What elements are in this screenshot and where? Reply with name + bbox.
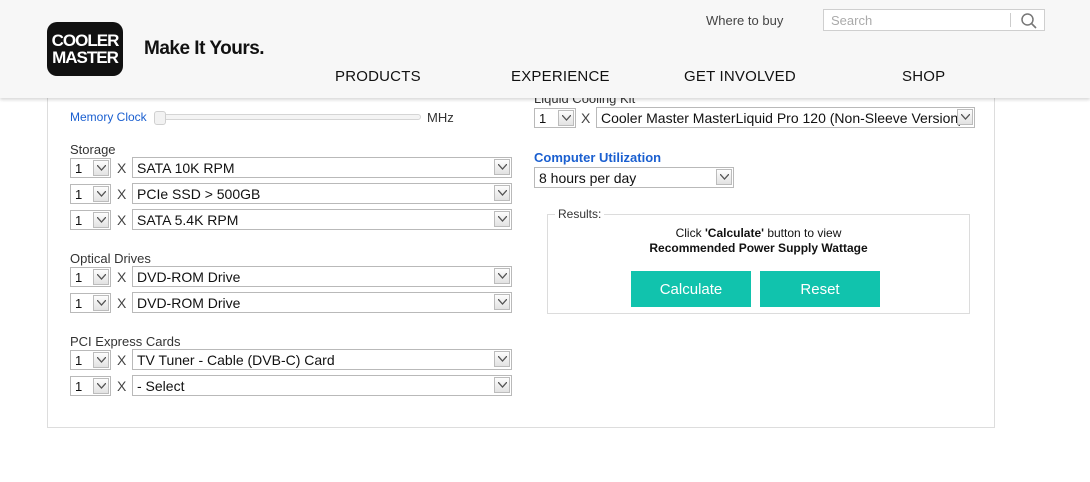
multiply-sign: X	[117, 186, 127, 202]
chevron-down-icon	[957, 109, 973, 125]
chevron-down-icon	[93, 160, 109, 176]
search-divider	[1010, 13, 1011, 27]
liquid-cooling-qty-select[interactable]: 1	[534, 108, 576, 128]
multiply-sign: X	[117, 352, 127, 368]
search-input[interactable]	[824, 10, 1024, 30]
storage-label: Storage	[70, 142, 116, 157]
optical-type-select-2[interactable]: DVD-ROM Drive	[132, 292, 512, 313]
reset-button[interactable]: Reset	[760, 271, 880, 307]
storage-qty-select-1[interactable]: 1	[70, 158, 111, 178]
multiply-sign: X	[581, 110, 591, 126]
chevron-down-icon	[716, 169, 732, 185]
where-to-buy-link[interactable]: Where to buy	[706, 13, 783, 28]
chevron-down-icon	[494, 377, 510, 393]
chevron-down-icon	[93, 378, 109, 394]
tagline: Make It Yours.	[144, 38, 265, 59]
multiply-sign: X	[117, 269, 127, 285]
chevron-down-icon	[494, 294, 510, 310]
storage-type-select-1[interactable]: SATA 10K RPM	[132, 157, 512, 178]
nav-get-involved[interactable]: GET INVOLVED	[684, 68, 796, 85]
nav-shop[interactable]: SHOP	[902, 68, 945, 85]
chevron-down-icon	[494, 268, 510, 284]
chevron-down-icon	[93, 295, 109, 311]
calculate-button[interactable]: Calculate	[631, 271, 751, 307]
chevron-down-icon	[93, 212, 109, 228]
chevron-down-icon	[558, 110, 574, 126]
search-box	[823, 9, 1045, 31]
search-icon[interactable]	[1020, 12, 1038, 30]
multiply-sign: X	[117, 160, 127, 176]
memory-clock-slider[interactable]	[154, 111, 421, 125]
memory-clock-slider-handle[interactable]	[154, 111, 166, 125]
memory-clock-label: Memory Clock	[70, 110, 147, 124]
storage-type-select-2[interactable]: PCIe SSD > 500GB	[132, 183, 512, 204]
results-instruction: Click 'Calculate' button to view	[675, 226, 842, 240]
optical-qty-select-2[interactable]: 1	[70, 293, 111, 313]
multiply-sign: X	[117, 295, 127, 311]
multiply-sign: X	[117, 212, 127, 228]
pci-qty-select-1[interactable]: 1	[70, 350, 111, 370]
pci-express-label: PCI Express Cards	[70, 334, 181, 349]
storage-qty-select-3[interactable]: 1	[70, 210, 111, 230]
results-legend: Results:	[555, 207, 605, 221]
storage-type-select-3[interactable]: SATA 5.4K RPM	[132, 209, 512, 230]
memory-clock-unit: MHz	[427, 110, 454, 125]
optical-type-select-1[interactable]: DVD-ROM Drive	[132, 266, 512, 287]
site-header: COOLER MASTER Make It Yours. Where to bu…	[0, 0, 1090, 98]
results-recommended-wattage: Recommended Power Supply Wattage	[649, 241, 868, 255]
chevron-down-icon	[93, 352, 109, 368]
cooler-master-logo[interactable]: COOLER MASTER	[47, 22, 123, 76]
optical-drives-label: Optical Drives	[70, 251, 151, 266]
pci-card-select-2[interactable]: - Select	[132, 375, 512, 396]
liquid-cooling-select[interactable]: Cooler Master MasterLiquid Pro 120 (Non-…	[596, 107, 975, 128]
chevron-down-icon	[494, 351, 510, 367]
nav-experience[interactable]: EXPERIENCE	[511, 68, 610, 85]
pci-card-select-1[interactable]: TV Tuner - Cable (DVB-C) Card	[132, 349, 512, 370]
pci-qty-select-2[interactable]: 1	[70, 376, 111, 396]
chevron-down-icon	[93, 269, 109, 285]
chevron-down-icon	[494, 211, 510, 227]
multiply-sign: X	[117, 378, 127, 394]
chevron-down-icon	[93, 186, 109, 202]
optical-qty-select-1[interactable]: 1	[70, 267, 111, 287]
storage-qty-select-2[interactable]: 1	[70, 184, 111, 204]
nav-products[interactable]: PRODUCTS	[335, 68, 421, 85]
chevron-down-icon	[494, 159, 510, 175]
computer-utilization-select[interactable]: 8 hours per day	[534, 167, 734, 188]
computer-utilization-label: Computer Utilization	[534, 150, 662, 165]
chevron-down-icon	[494, 185, 510, 201]
